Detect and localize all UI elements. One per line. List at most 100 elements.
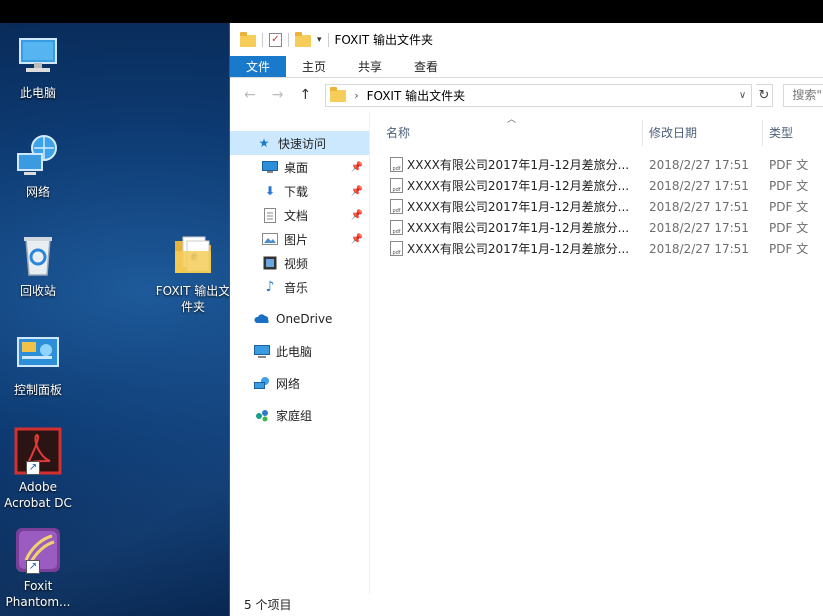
back-button[interactable]: ← [238, 87, 262, 103]
address-input[interactable]: › FOXIT 输出文件夹 ∨ [325, 83, 752, 107]
divider [288, 32, 289, 47]
pin-icon[interactable]: 📌 [351, 234, 363, 245]
desktop-icon-foxit[interactable]: ↗ Foxit Phantom... [0, 526, 76, 610]
star-icon: ★ [258, 136, 270, 150]
title-bar: ✓ ▾ FOXIT 输出文件夹 [230, 23, 823, 56]
pin-icon[interactable]: 📌 [351, 210, 363, 221]
tab-file[interactable]: 文件 [230, 56, 286, 77]
properties-icon[interactable]: ✓ [269, 32, 282, 47]
nav-videos[interactable]: 视频 [230, 251, 369, 275]
file-type: PDF 文 [769, 179, 809, 193]
nav-label: 音乐 [284, 280, 309, 295]
address-bar-row: ← → ↑ › FOXIT 输出文件夹 ∨ ↻ 搜索"FOXIT 输出文件夹" [230, 78, 823, 112]
foxit-icon: ↗ [14, 526, 62, 574]
file-date: 2018/2/27 17:51 [649, 241, 749, 256]
desktop-icon-label: 网络 [25, 185, 50, 199]
tab-view[interactable]: 查看 [398, 56, 454, 77]
file-date: 2018/2/27 17:51 [649, 199, 749, 214]
address-text: FOXIT 输出文件夹 [366, 88, 466, 103]
desktop-icon-label: Foxit Phantom... [5, 579, 71, 609]
nav-onedrive[interactable]: OneDrive [230, 307, 369, 331]
tab-share[interactable]: 共享 [342, 56, 398, 77]
computer-icon [254, 343, 270, 359]
nav-label: 视频 [284, 256, 309, 271]
shortcut-arrow-icon: ↗ [26, 461, 40, 475]
cloud-icon [254, 311, 270, 327]
picture-icon [262, 231, 278, 247]
pin-icon[interactable]: 📌 [351, 186, 363, 197]
nav-desktop[interactable]: 桌面 📌 [230, 155, 369, 179]
nav-pictures[interactable]: 图片 📌 [230, 227, 369, 251]
new-folder-icon[interactable] [295, 31, 311, 47]
document-icon [262, 207, 278, 223]
file-date: 2018/2/27 17:51 [649, 157, 749, 172]
pin-icon[interactable]: 📌 [351, 162, 363, 173]
refresh-button[interactable]: ↻ [755, 83, 774, 107]
desktop-icon-foxit-folder[interactable]: e FOXIT 输出文件夹 [155, 231, 231, 315]
file-row[interactable]: pdf XXXX有限公司2017年1月-12月差旅分... 2018/2/27 1… [370, 196, 823, 217]
forward-button[interactable]: → [266, 87, 290, 103]
chevron-down-icon[interactable]: ∨ [735, 90, 751, 101]
download-icon: ⬇ [264, 184, 276, 198]
music-icon: ♪ [265, 279, 275, 295]
nav-label: OneDrive [276, 312, 333, 326]
file-name: XXXX有限公司2017年1月-12月差旅分... [407, 242, 630, 256]
nav-documents[interactable]: 文档 📌 [230, 203, 369, 227]
pdf-file-icon: pdf [390, 199, 403, 214]
recycle-bin-icon [14, 231, 62, 279]
network-icon [254, 375, 270, 391]
nav-network[interactable]: 网络 [230, 371, 369, 395]
quick-access-dropdown-icon[interactable]: ▾ [317, 35, 322, 45]
explorer-body: ★ 快速访问 桌面 📌 ⬇ 下载 📌 文档 📌 图片 📌 视频 ♪ 音乐 One… [230, 112, 823, 594]
file-name: XXXX有限公司2017年1月-12月差旅分... [407, 179, 630, 193]
file-date: 2018/2/27 17:51 [649, 178, 749, 193]
nav-homegroup[interactable]: 家庭组 [230, 403, 369, 427]
explorer-window: ✓ ▾ FOXIT 输出文件夹 文件 主页 共享 查看 ← → ↑ › FOXI… [229, 23, 823, 616]
ribbon-tabs: 文件 主页 共享 查看 [230, 56, 823, 78]
pdf-file-icon: pdf [390, 220, 403, 235]
tab-home[interactable]: 主页 [286, 56, 342, 77]
desktop-icon-label: FOXIT 输出文件夹 [155, 284, 231, 314]
desktop-icon-recycle-bin[interactable]: 回收站 [0, 231, 76, 299]
file-row[interactable]: pdf XXXX有限公司2017年1月-12月差旅分... 2018/2/27 1… [370, 217, 823, 238]
homegroup-icon [254, 407, 270, 423]
file-row[interactable]: pdf XXXX有限公司2017年1月-12月差旅分... 2018/2/27 1… [370, 154, 823, 175]
desktop-icon-label: 控制面板 [13, 383, 62, 397]
search-input[interactable]: 搜索"FOXIT 输出文件夹" [783, 83, 823, 107]
file-date: 2018/2/27 17:51 [649, 220, 749, 235]
file-type: PDF 文 [769, 221, 809, 235]
sort-ascending-icon: ︿ [507, 115, 517, 125]
computer-icon [14, 33, 62, 81]
nav-label: 文档 [284, 208, 309, 223]
column-type[interactable]: 类型 [763, 120, 823, 146]
column-date[interactable]: 修改日期 [643, 120, 763, 146]
nav-this-pc[interactable]: 此电脑 [230, 339, 369, 363]
desktop-icon-label: 此电脑 [19, 86, 56, 100]
nav-music[interactable]: ♪ 音乐 [230, 275, 369, 299]
chevron-right-icon[interactable]: › [354, 89, 358, 102]
desktop-icon-control-panel[interactable]: 控制面板 [0, 330, 76, 398]
control-panel-icon [14, 330, 62, 378]
shortcut-arrow-icon: ↗ [26, 560, 40, 574]
pdf-file-icon: pdf [390, 241, 403, 256]
file-name: XXXX有限公司2017年1月-12月差旅分... [407, 158, 630, 172]
up-button[interactable]: ↑ [293, 87, 317, 103]
video-icon [262, 255, 278, 271]
desktop-icon-this-pc[interactable]: 此电脑 [0, 33, 76, 101]
pdf-file-icon: pdf [390, 178, 403, 193]
nav-downloads[interactable]: ⬇ 下载 📌 [230, 179, 369, 203]
file-row[interactable]: pdf XXXX有限公司2017年1月-12月差旅分... 2018/2/27 1… [370, 238, 823, 259]
folder-icon: e [169, 231, 217, 279]
status-bar: 5 个项目 [230, 594, 823, 616]
folder-icon [330, 87, 347, 102]
file-name: XXXX有限公司2017年1月-12月差旅分... [407, 200, 630, 214]
column-header: ︿ 名称 修改日期 类型 [370, 112, 823, 146]
desktop-icon-network[interactable]: 网络 [0, 132, 76, 200]
file-row[interactable]: pdf XXXX有限公司2017年1月-12月差旅分... 2018/2/27 1… [370, 175, 823, 196]
nav-label: 此电脑 [276, 344, 313, 359]
desktop-icon [262, 159, 278, 175]
nav-label: 家庭组 [276, 408, 313, 423]
desktop-icon-acrobat[interactable]: ↗ Adobe Acrobat DC [0, 427, 76, 511]
desktop-icon-label: 回收站 [19, 284, 56, 298]
nav-quick-access[interactable]: ★ 快速访问 [230, 131, 369, 155]
